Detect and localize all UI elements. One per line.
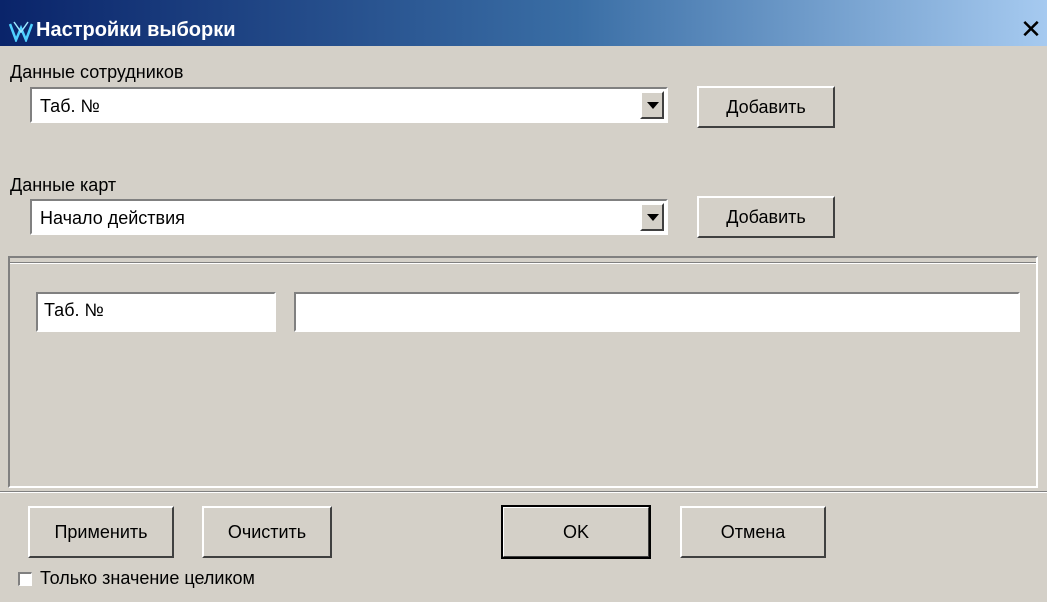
filter-panel <box>8 256 1038 488</box>
card-data-label: Данные карт <box>10 175 117 195</box>
chevron-down-icon[interactable] <box>640 203 664 231</box>
apply-button[interactable]: Применить <box>28 506 174 558</box>
filter-value-input[interactable] <box>294 292 1020 332</box>
divider <box>0 491 1047 493</box>
close-icon[interactable]: ✕ <box>1018 16 1044 42</box>
add-card-field-button[interactable]: Добавить <box>697 196 835 238</box>
employee-data-label: Данные сотрудников <box>10 62 184 82</box>
filter-field-name: Таб. № <box>36 292 276 332</box>
ok-button[interactable]: OK <box>501 505 651 559</box>
employee-data-select-value: Таб. № <box>40 96 100 116</box>
chevron-down-icon[interactable] <box>640 91 664 119</box>
cancel-button[interactable]: Отмена <box>680 506 826 558</box>
add-employee-field-button[interactable]: Добавить <box>697 86 835 128</box>
clear-button[interactable]: Очистить <box>202 506 332 558</box>
title-bar: Настройки выборки <box>0 0 1047 46</box>
whole-value-checkbox[interactable] <box>18 572 32 586</box>
window-title: Настройки выборки <box>36 19 236 41</box>
app-icon <box>8 21 34 42</box>
employee-data-select[interactable]: Таб. № <box>30 87 668 123</box>
card-data-select-value: Начало действия <box>40 208 185 228</box>
whole-value-label: Только значение целиком <box>40 568 255 588</box>
card-data-select[interactable]: Начало действия <box>30 199 668 235</box>
